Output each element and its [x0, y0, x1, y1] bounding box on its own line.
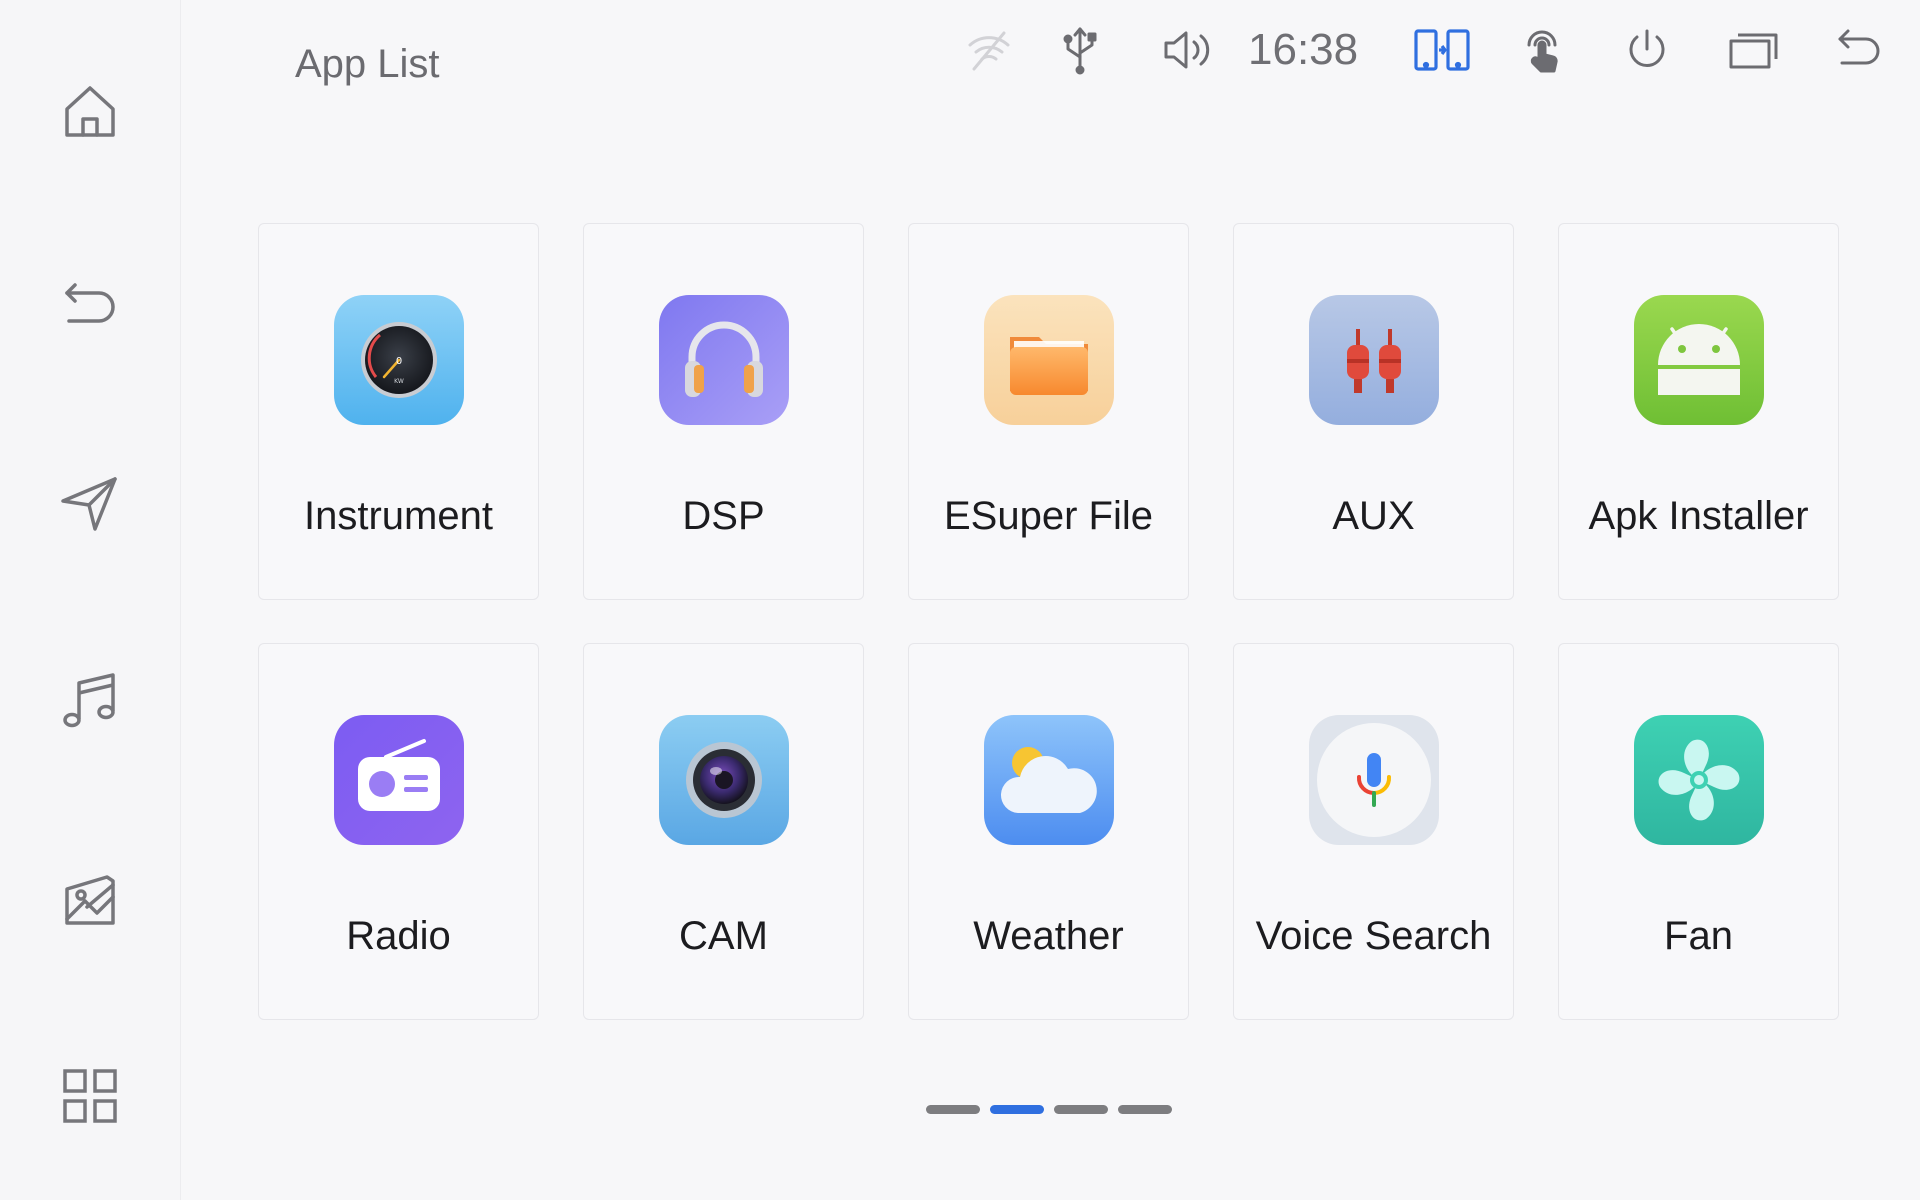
app-label: ESuper File: [944, 494, 1153, 538]
app-grid-icon: [63, 1069, 117, 1123]
home-icon: [65, 86, 115, 137]
app-grid: 0 KW Instrument DSP ESuper File AUX Apk …: [258, 223, 1840, 1020]
recent-apps-icon: [1729, 33, 1778, 69]
app-tile-radio[interactable]: Radio: [258, 643, 539, 1020]
touch-button[interactable]: [1517, 22, 1567, 78]
headphones-icon: [659, 295, 789, 425]
page-dot-3[interactable]: [1054, 1105, 1108, 1114]
wifi-off-icon: [968, 31, 1010, 71]
recent-apps-button[interactable]: [1726, 22, 1782, 78]
back-arrow-icon: [65, 283, 115, 323]
radio-icon: [334, 715, 464, 845]
page-dot-4[interactable]: [1118, 1105, 1172, 1114]
fan-icon: [1634, 715, 1764, 845]
split-screen-icon: [1414, 29, 1470, 71]
split-screen-button[interactable]: [1412, 22, 1472, 78]
volume-icon: [1164, 31, 1210, 69]
app-tile-weather[interactable]: Weather: [908, 643, 1189, 1020]
page-dot-1[interactable]: [926, 1105, 980, 1114]
back-icon: [1838, 29, 1880, 65]
sidebar-item-navigation[interactable]: [30, 444, 150, 564]
app-tile-instrument[interactable]: 0 KW Instrument: [258, 223, 539, 600]
sidebar-item-music[interactable]: [30, 640, 150, 760]
back-button[interactable]: [1834, 22, 1886, 78]
app-label: AUX: [1332, 494, 1415, 538]
app-label: Weather: [973, 914, 1124, 958]
page-title: App List: [295, 42, 440, 86]
page-indicator: [926, 1105, 1172, 1114]
usb-status[interactable]: [1055, 22, 1105, 78]
image-icon: [65, 875, 115, 925]
app-label: Apk Installer: [1588, 494, 1809, 538]
sidebar-item-home[interactable]: [30, 52, 150, 172]
navigation-icon: [61, 477, 117, 531]
app-tile-cam[interactable]: CAM: [583, 643, 864, 1020]
app-tile-fan[interactable]: Fan: [1558, 643, 1839, 1020]
app-label: CAM: [679, 914, 768, 958]
power-button[interactable]: [1622, 22, 1672, 78]
app-tile-dsp[interactable]: DSP: [583, 223, 864, 600]
svg-text:KW: KW: [394, 378, 404, 385]
sidebar-item-gallery[interactable]: [30, 840, 150, 960]
weather-icon: [984, 715, 1114, 845]
clock: 16:38: [1248, 25, 1359, 74]
sidebar-item-apps[interactable]: [30, 1036, 150, 1156]
speedometer-icon: 0 KW: [334, 295, 464, 425]
svg-text:0: 0: [396, 356, 402, 367]
sidebar-item-back[interactable]: [30, 244, 150, 364]
music-note-icon: [63, 673, 115, 728]
power-icon: [1629, 29, 1665, 67]
sidebar: [0, 0, 181, 1200]
android-icon: [1634, 295, 1764, 425]
microphone-icon: [1309, 715, 1439, 845]
app-tile-apk-installer[interactable]: Apk Installer: [1558, 223, 1839, 600]
app-label: DSP: [682, 494, 765, 538]
volume-button[interactable]: [1160, 22, 1216, 78]
app-list-screen: App List 16:38 0 KW Instrument DSP ESupe…: [0, 0, 1920, 1200]
wifi-status[interactable]: [964, 22, 1014, 78]
app-label: Voice Search: [1255, 914, 1492, 958]
usb-icon: [1063, 27, 1097, 75]
app-tile-aux[interactable]: AUX: [1233, 223, 1514, 600]
app-label: Radio: [346, 914, 451, 958]
app-tile-esuper-file[interactable]: ESuper File: [908, 223, 1189, 600]
touch-icon: [1527, 30, 1558, 73]
page-dot-2[interactable]: [990, 1105, 1044, 1114]
app-label: Instrument: [304, 494, 493, 538]
camera-lens-icon: [659, 715, 789, 845]
app-label: Fan: [1664, 914, 1733, 958]
folder-icon: [984, 295, 1114, 425]
rca-plug-icon: [1309, 295, 1439, 425]
app-tile-voice-search[interactable]: Voice Search: [1233, 643, 1514, 1020]
